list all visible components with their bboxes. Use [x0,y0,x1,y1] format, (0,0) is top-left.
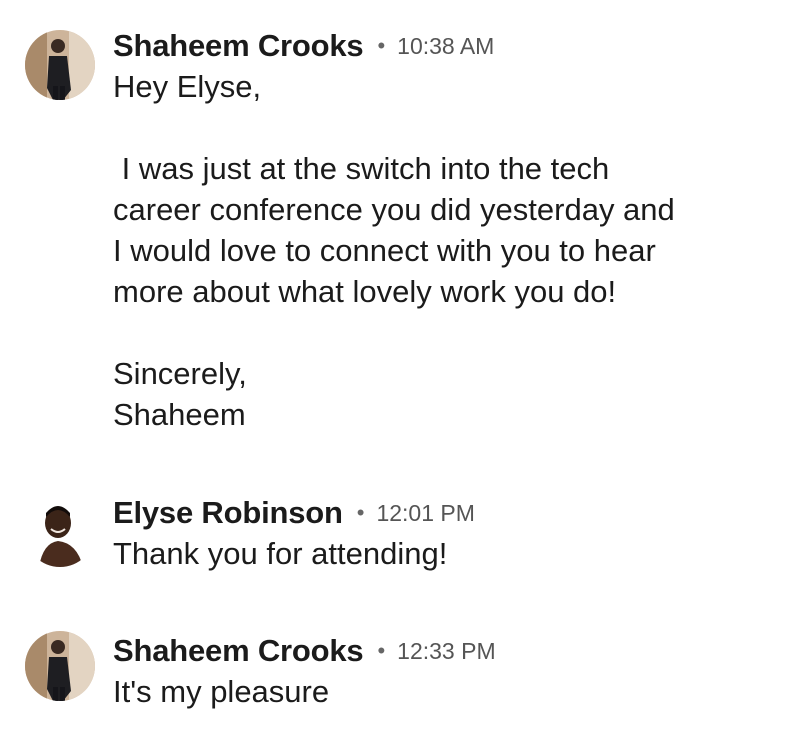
person-avatar-icon [25,497,95,567]
message-line [113,312,773,353]
message-header: Elyse Robinson • 12:01 PM [113,493,475,533]
person-avatar-icon [25,30,95,100]
separator-dot: • [377,33,386,58]
message-line [113,107,773,148]
avatar[interactable] [25,497,95,567]
message-body: Thank you for attending! [113,533,773,574]
sender-name[interactable]: Elyse Robinson [113,495,343,531]
message-line: I was just at the switch into the tech [113,151,610,186]
timestamp: 12:33 PM [397,637,496,664]
sender-name[interactable]: Shaheem Crooks [113,28,364,64]
message-body: Hey Elyse, I was just at the switch into… [113,66,773,435]
avatar[interactable] [25,30,95,100]
message-header: Shaheem Crooks • 10:38 AM [113,26,494,66]
message-line: Sincerely, [113,356,247,391]
timestamp: 10:38 AM [397,32,495,59]
message-line: more about what lovely work you do! [113,274,617,309]
message-line: career conference you did yesterday and [113,192,675,227]
message-line: I would love to connect with you to hear [113,233,656,268]
separator-dot: • [377,638,386,663]
message-header: Shaheem Crooks • 12:33 PM [113,631,496,671]
separator-dot: • [356,500,365,525]
message-body: It's my pleasure [113,671,773,712]
avatar[interactable] [25,631,95,701]
message-line: It's my pleasure [113,674,330,709]
message-line: Shaheem [113,397,246,432]
person-avatar-icon [25,631,95,701]
sender-name[interactable]: Shaheem Crooks [113,633,364,669]
message-line: Thank you for attending! [113,536,448,571]
timestamp: 12:01 PM [376,499,475,526]
message-line: Hey Elyse, [113,69,262,104]
